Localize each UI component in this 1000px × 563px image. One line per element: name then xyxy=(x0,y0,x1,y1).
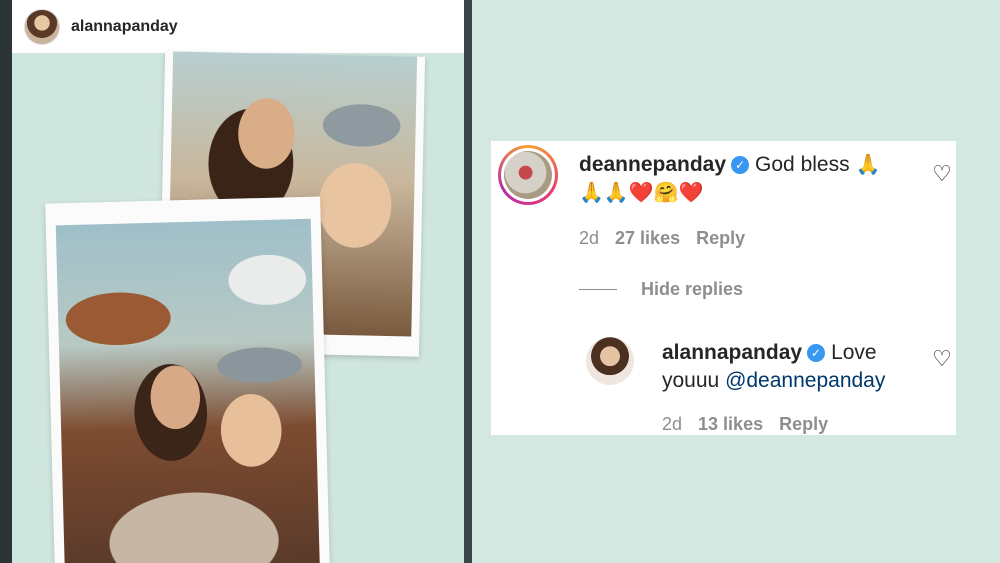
couple-photo-bottom xyxy=(55,218,320,563)
comment-thread: deannepanday ✓ God bless 🙏 🙏🙏❤️🤗❤️ ♡ 2d 27 … xyxy=(491,141,956,435)
reply-time: 2d xyxy=(662,414,683,434)
reply-username[interactable]: alannapanday xyxy=(662,341,802,364)
like-comment-heart-icon[interactable]: ♡ xyxy=(931,163,953,185)
reply-verified-badge-icon: ✓ xyxy=(807,344,826,362)
like-reply-heart-icon[interactable]: ♡ xyxy=(931,348,953,370)
hide-replies-line xyxy=(579,289,617,290)
hide-replies-button[interactable]: Hide replies xyxy=(641,279,743,300)
reply-mention-link[interactable]: @deannepanday xyxy=(725,369,885,392)
left-edge-strip xyxy=(0,0,12,563)
comment-time: 2d xyxy=(579,228,600,248)
instagram-post: alannapanday xyxy=(12,0,464,563)
comment-emojis-line2: 🙏🙏❤️🤗❤️ xyxy=(579,182,704,204)
divider-strip xyxy=(464,0,472,563)
polaroid-photo-bottom xyxy=(45,196,330,563)
reply-body: alannapanday ✓ Love youuu @deannepanday xyxy=(662,339,922,395)
post-author-avatar[interactable] xyxy=(24,8,60,45)
comment-meta: 2d 27 likes Reply xyxy=(579,228,761,249)
reply-reply-button[interactable]: Reply xyxy=(779,414,828,434)
comment-text: God bless xyxy=(755,153,850,176)
commenter-avatar[interactable] xyxy=(498,145,558,205)
reply-likes[interactable]: 13 likes xyxy=(698,414,763,434)
comment-username[interactable]: deannepanday xyxy=(579,153,726,176)
comment-likes[interactable]: 27 likes xyxy=(615,228,680,248)
post-header: alannapanday xyxy=(12,0,464,53)
comment-emojis-line1: 🙏 xyxy=(855,154,881,176)
comment-body: deannepanday ✓ God bless 🙏 🙏🙏❤️🤗❤️ xyxy=(579,151,924,207)
post-author-username[interactable]: alannapanday xyxy=(71,18,178,36)
reply-avatar[interactable] xyxy=(586,337,634,385)
reply-meta: 2d 13 likes Reply xyxy=(662,414,844,435)
commenter-avatar-image xyxy=(504,151,552,199)
comment-reply-button[interactable]: Reply xyxy=(696,228,745,248)
verified-badge-icon: ✓ xyxy=(731,156,750,174)
